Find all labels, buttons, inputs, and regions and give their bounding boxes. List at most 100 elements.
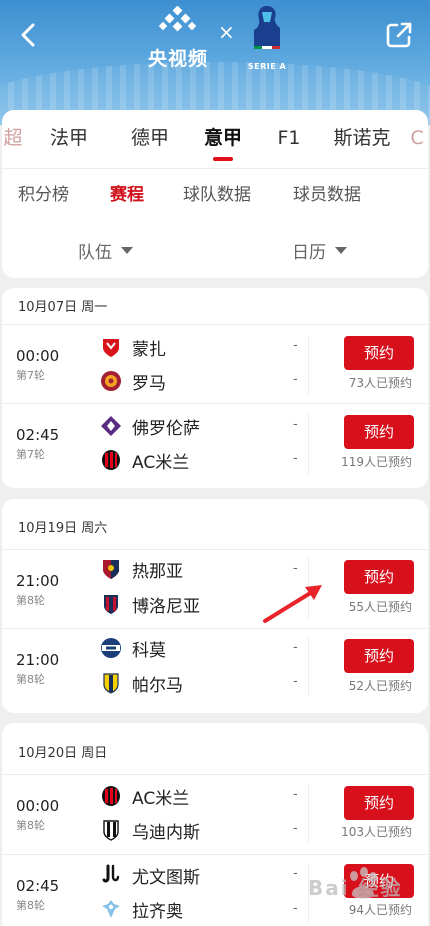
calendar-filter-label: 日历	[292, 243, 326, 263]
tab-next-league[interactable]: C	[406, 110, 428, 166]
team-name: 蒙扎	[132, 339, 166, 360]
subtab-team-stats[interactable]: 球队数据	[183, 180, 251, 205]
watermark-text: Bai 经验	[308, 876, 403, 900]
monza-crest-icon	[103, 339, 119, 357]
column-divider	[308, 783, 309, 843]
match-time: 02:45	[16, 426, 60, 444]
reservation-count: 55人已预约	[348, 600, 412, 614]
back-arrow-icon[interactable]	[14, 20, 44, 50]
away-score: -	[293, 821, 298, 836]
home-team: 蒙扎	[100, 334, 166, 360]
home-team: 佛罗伦萨	[100, 413, 200, 439]
league-name: SERIE A	[247, 62, 287, 71]
team-name: 拉齐奥	[132, 901, 183, 922]
team-name: 博洛尼亚	[132, 596, 200, 617]
match-time: 02:45	[16, 877, 60, 895]
column-divider	[308, 335, 309, 395]
team-name: 科莫	[132, 640, 166, 661]
day-group: 10月19日 周六 21:00 第8轮 热那亚 博洛尼亚 - - 预约 55人已…	[2, 499, 428, 713]
home-team: 热那亚	[100, 556, 183, 582]
tab-bundesliga[interactable]: 德甲	[114, 110, 186, 166]
day-date: 10月19日 周六	[18, 521, 108, 536]
tab-f1[interactable]: F1	[260, 110, 318, 166]
ac-milan-crest-icon	[102, 786, 120, 806]
home-team: AC米兰	[100, 783, 189, 809]
away-team: 乌迪内斯	[100, 817, 200, 843]
reserve-button[interactable]: 预约	[344, 415, 414, 449]
baidu-watermark: Bai 经验	[300, 858, 430, 918]
match-row[interactable]: 21:00 第8轮 热那亚 博洛尼亚 - - 预约 55人已预约	[2, 550, 428, 630]
reservation-count: 103人已预约	[341, 825, 412, 839]
caret-down-icon	[335, 247, 347, 254]
serie-a-icon	[254, 6, 280, 49]
genoa-crest-icon	[103, 560, 119, 579]
home-score: -	[293, 640, 298, 655]
match-round: 第7轮	[16, 448, 45, 461]
subtab-player-stats[interactable]: 球员数据	[293, 180, 361, 205]
juventus-crest-icon	[102, 864, 120, 883]
subtab-standings[interactable]: 积分榜	[18, 180, 69, 205]
home-score: -	[293, 787, 298, 802]
away-score: -	[293, 372, 298, 387]
tabs-divider	[2, 168, 428, 169]
match-time: 00:00	[16, 797, 60, 815]
away-team: 博洛尼亚	[100, 591, 200, 617]
team-filter-dropdown[interactable]: 队伍	[78, 238, 133, 263]
column-divider	[308, 637, 309, 697]
fiorentina-crest-icon	[101, 416, 121, 436]
brand-name: 央视频	[147, 48, 208, 70]
home-score: -	[293, 417, 298, 432]
away-team: 罗马	[100, 368, 166, 394]
udinese-crest-icon	[103, 820, 119, 841]
calendar-filter-dropdown[interactable]: 日历	[292, 238, 347, 263]
reserve-button[interactable]: 预约	[344, 336, 414, 370]
day-group: 10月07日 周一 00:00 第7轮 蒙扎 罗马 - - 预约 73人已预约 …	[2, 288, 428, 488]
team-name: 帕尔马	[132, 675, 183, 696]
home-team: 尤文图斯	[100, 862, 200, 888]
match-row[interactable]: 21:00 第8轮 科莫 帕尔马 - - 预约 52人已预约	[2, 629, 428, 709]
team-name: 热那亚	[132, 561, 183, 582]
day-date: 10月20日 周日	[18, 746, 108, 761]
annotation-arrow-icon	[263, 585, 322, 623]
parma-crest-icon	[103, 673, 119, 694]
match-row[interactable]: 02:45 第7轮 佛罗伦萨 AC米兰 - - 预约 119人已预约	[2, 404, 428, 484]
team-name: 尤文图斯	[132, 867, 200, 888]
team-name: AC米兰	[132, 788, 190, 809]
match-time: 21:00	[16, 651, 60, 669]
reserve-button[interactable]: 预约	[344, 639, 414, 673]
away-team: 帕尔马	[100, 670, 183, 696]
lazio-crest-icon	[102, 900, 120, 918]
bologna-crest-icon	[104, 595, 118, 614]
league-tabs: 超 法甲 德甲 意甲 F1 斯诺克 C	[2, 110, 428, 166]
reserve-button[interactable]: 预约	[344, 560, 414, 594]
reservation-count: 52人已预约	[348, 679, 412, 693]
roma-crest-icon	[101, 371, 121, 391]
match-time: 21:00	[16, 572, 60, 590]
tab-ligue1[interactable]: 法甲	[24, 110, 114, 166]
home-score: -	[293, 561, 298, 576]
ac-milan-crest-icon	[102, 450, 120, 470]
cctv-video-logo: 央视频	[146, 5, 210, 71]
match-round: 第8轮	[16, 673, 45, 686]
share-icon[interactable]	[384, 20, 414, 50]
team-name: 乌迪内斯	[132, 822, 200, 843]
league-tabs-card: 超 法甲 德甲 意甲 F1 斯诺克 C 积分榜 赛程 球队数据 球员数据 队伍 …	[2, 110, 428, 278]
tab-snooker[interactable]: 斯诺克	[318, 110, 406, 166]
subtab-schedule[interactable]: 赛程	[110, 180, 144, 205]
reservation-count: 119人已预约	[341, 455, 412, 469]
match-time: 00:00	[16, 347, 60, 365]
home-score: -	[293, 866, 298, 881]
match-round: 第7轮	[16, 369, 45, 382]
tab-previous-league[interactable]: 超	[2, 110, 24, 166]
day-date: 10月07日 周一	[18, 300, 108, 315]
filters: 队伍 日历	[2, 238, 428, 268]
reserve-button[interactable]: 预约	[344, 786, 414, 820]
column-divider	[308, 414, 309, 474]
tab-serie-a[interactable]: 意甲	[186, 110, 260, 166]
match-row[interactable]: 00:00 第8轮 AC米兰 乌迪内斯 - - 预约 103人已预约	[2, 775, 428, 855]
cctv-logo-icon	[158, 5, 197, 32]
match-round: 第8轮	[16, 594, 45, 607]
home-score: -	[293, 338, 298, 353]
match-row[interactable]: 00:00 第7轮 蒙扎 罗马 - - 预约 73人已预约	[2, 325, 428, 405]
header-banner: 央视频 × SERIE A	[0, 0, 430, 125]
